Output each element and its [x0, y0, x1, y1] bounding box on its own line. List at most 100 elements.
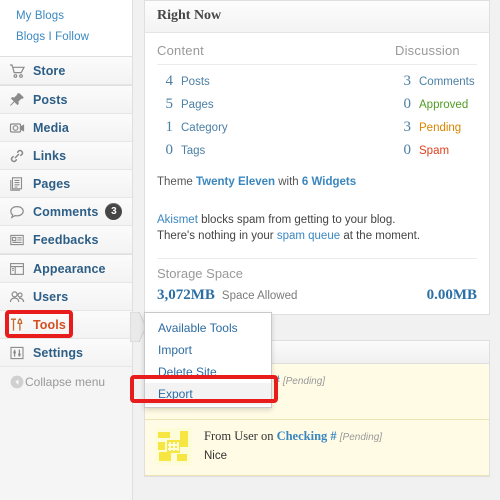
camera-icon [9, 120, 25, 136]
status-badge: [Pending] [282, 376, 326, 387]
stat-label[interactable]: Pages [181, 99, 214, 111]
storage-heading: Storage Space [157, 258, 477, 284]
sidebar-item-media[interactable]: Media [0, 114, 132, 142]
sidebar-item-posts[interactable]: Posts [0, 86, 132, 114]
page-icon [9, 176, 25, 192]
comment-author[interactable]: From User [204, 429, 258, 443]
users-icon [9, 289, 25, 305]
status-badge: [Pending] [339, 432, 383, 443]
comments-count-badge: 3 [105, 203, 123, 220]
submenu-item-delete-site[interactable]: Delete Site [145, 361, 271, 383]
avatar [155, 428, 192, 465]
stat-count: 1 [165, 119, 174, 135]
link-icon [9, 148, 25, 164]
akismet-notice: Akismet blocks spam from getting to your… [157, 190, 477, 244]
stat-row[interactable]: 0 Approved [395, 93, 477, 116]
stat-count: 3 [403, 73, 412, 89]
sidebar-item-label: Pages [33, 176, 71, 191]
stat-label[interactable]: Pending [419, 122, 461, 134]
storage-row: 3,072MB Space Allowed 0.00MB [157, 284, 477, 304]
table-row[interactable]: From User on Checking # [Pending] Nice [145, 420, 489, 476]
content-heading: Content [157, 41, 395, 65]
sidebar-item-users[interactable]: Users [0, 283, 132, 311]
stat-count: 0 [403, 96, 412, 112]
stat-label[interactable]: Tags [181, 145, 205, 157]
right-now-panel-header: Right Now [144, 0, 490, 33]
stat-row[interactable]: 0 Spam [395, 139, 477, 162]
stat-count: 4 [165, 73, 174, 89]
comment-post-link[interactable]: Checking # [277, 429, 337, 443]
akismet-link[interactable]: Akismet [157, 214, 198, 226]
storage-allowed-label: Space Allowed [221, 290, 298, 302]
sidebar-item-label: Links [33, 148, 67, 163]
stat-row[interactable]: 4 Posts [157, 70, 395, 93]
stat-row[interactable]: 3 Pending [395, 116, 477, 139]
cart-icon [9, 63, 25, 79]
submenu-item-import[interactable]: Import [145, 339, 271, 361]
stat-label[interactable]: Comments [419, 76, 475, 88]
discussion-heading: Discussion [395, 41, 477, 65]
stat-count: 3 [403, 119, 412, 135]
stat-row[interactable]: 0 Tags [157, 139, 395, 162]
sidebar-item-label: Comments [33, 204, 99, 219]
pushpin-icon [9, 92, 25, 108]
stat-count: 0 [403, 142, 412, 158]
sidebar-item-my-blogs[interactable]: My Blogs [0, 6, 132, 27]
sidebar-item-label: Posts [33, 92, 68, 107]
admin-sidebar: My Blogs Blogs I Follow Store Posts Medi… [0, 0, 133, 500]
theme-middle: with [278, 176, 299, 188]
sidebar-item-blogs-i-follow[interactable]: Blogs I Follow [0, 27, 132, 48]
sidebar-item-label: Tools [33, 317, 66, 332]
submenu-item-export[interactable]: Export [145, 383, 271, 405]
sidebar-item-pages[interactable]: Pages [0, 170, 132, 198]
theme-prefix: Theme [157, 176, 193, 188]
stat-label[interactable]: Spam [419, 145, 449, 157]
tools-icon [9, 317, 25, 333]
theme-info: Theme Twenty Eleven with 6 Widgets [157, 162, 477, 190]
spam-queue-link[interactable]: spam queue [277, 230, 340, 242]
comment-meta: From User on Checking # [Pending] [204, 429, 382, 445]
sidebar-item-label: Store [33, 63, 66, 78]
stat-count: 5 [165, 96, 174, 112]
stat-row[interactable]: 1 Category [157, 116, 395, 139]
collapse-menu-button[interactable]: Collapse menu [0, 367, 132, 397]
main-content: Right Now Content 4 Posts 5 Pages 1 Cate… [134, 0, 500, 500]
storage-allowed-amount: 3,072MB [157, 287, 215, 303]
stat-label[interactable]: Approved [419, 99, 468, 111]
sidebar-item-tools[interactable]: Tools [0, 311, 132, 339]
theme-name-link[interactable]: Twenty Eleven [196, 176, 275, 188]
sidebar-item-label: Appearance [33, 261, 106, 276]
appearance-icon [9, 261, 25, 277]
akismet-line1: blocks spam from getting to your blog. [197, 214, 396, 226]
screen: Right Now Content 4 Posts 5 Pages 1 Cate… [0, 0, 500, 500]
sidebar-item-label: Users [33, 289, 69, 304]
sidebar-item-label: Media [33, 120, 69, 135]
sidebar-item-label: Settings [33, 345, 84, 360]
discussion-column: Discussion 3 Comments 0 Approved 3 Pendi… [395, 41, 477, 162]
stat-row[interactable]: 5 Pages [157, 93, 395, 116]
settings-icon [9, 345, 25, 361]
stat-row[interactable]: 3 Comments [395, 70, 477, 93]
stat-label[interactable]: Category [181, 122, 228, 134]
sidebar-item-feedbacks[interactable]: Feedbacks [0, 226, 132, 254]
stat-label[interactable]: Posts [181, 76, 210, 88]
comment-body: From User on Checking # [Pending] Nice [204, 428, 382, 465]
sidebar-item-label: Feedbacks [33, 232, 99, 247]
akismet-line2-after: at the moment. [340, 230, 421, 242]
sidebar-item-links[interactable]: Links [0, 142, 132, 170]
widgets-link[interactable]: 6 Widgets [302, 176, 356, 188]
submenu-item-available-tools[interactable]: Available Tools [145, 317, 271, 339]
sidebar-item-comments[interactable]: Comments 3 [0, 198, 132, 226]
panel-title: Right Now [157, 8, 222, 23]
sidebar-item-settings[interactable]: Settings [0, 339, 132, 367]
sidebar-item-appearance[interactable]: Appearance [0, 255, 132, 283]
storage-used-amount: 0.00MB [426, 287, 477, 303]
stat-count: 0 [165, 142, 174, 158]
collapse-menu-label: Collapse menu [25, 375, 106, 389]
akismet-line2-before: There's nothing in your [157, 230, 277, 242]
feedback-icon [9, 232, 25, 248]
sidebar-item-store[interactable]: Store [0, 57, 132, 85]
comment-icon [9, 204, 25, 220]
comment-connector: on [260, 429, 274, 443]
tools-submenu: Available Tools Import Delete Site Expor… [144, 312, 272, 408]
